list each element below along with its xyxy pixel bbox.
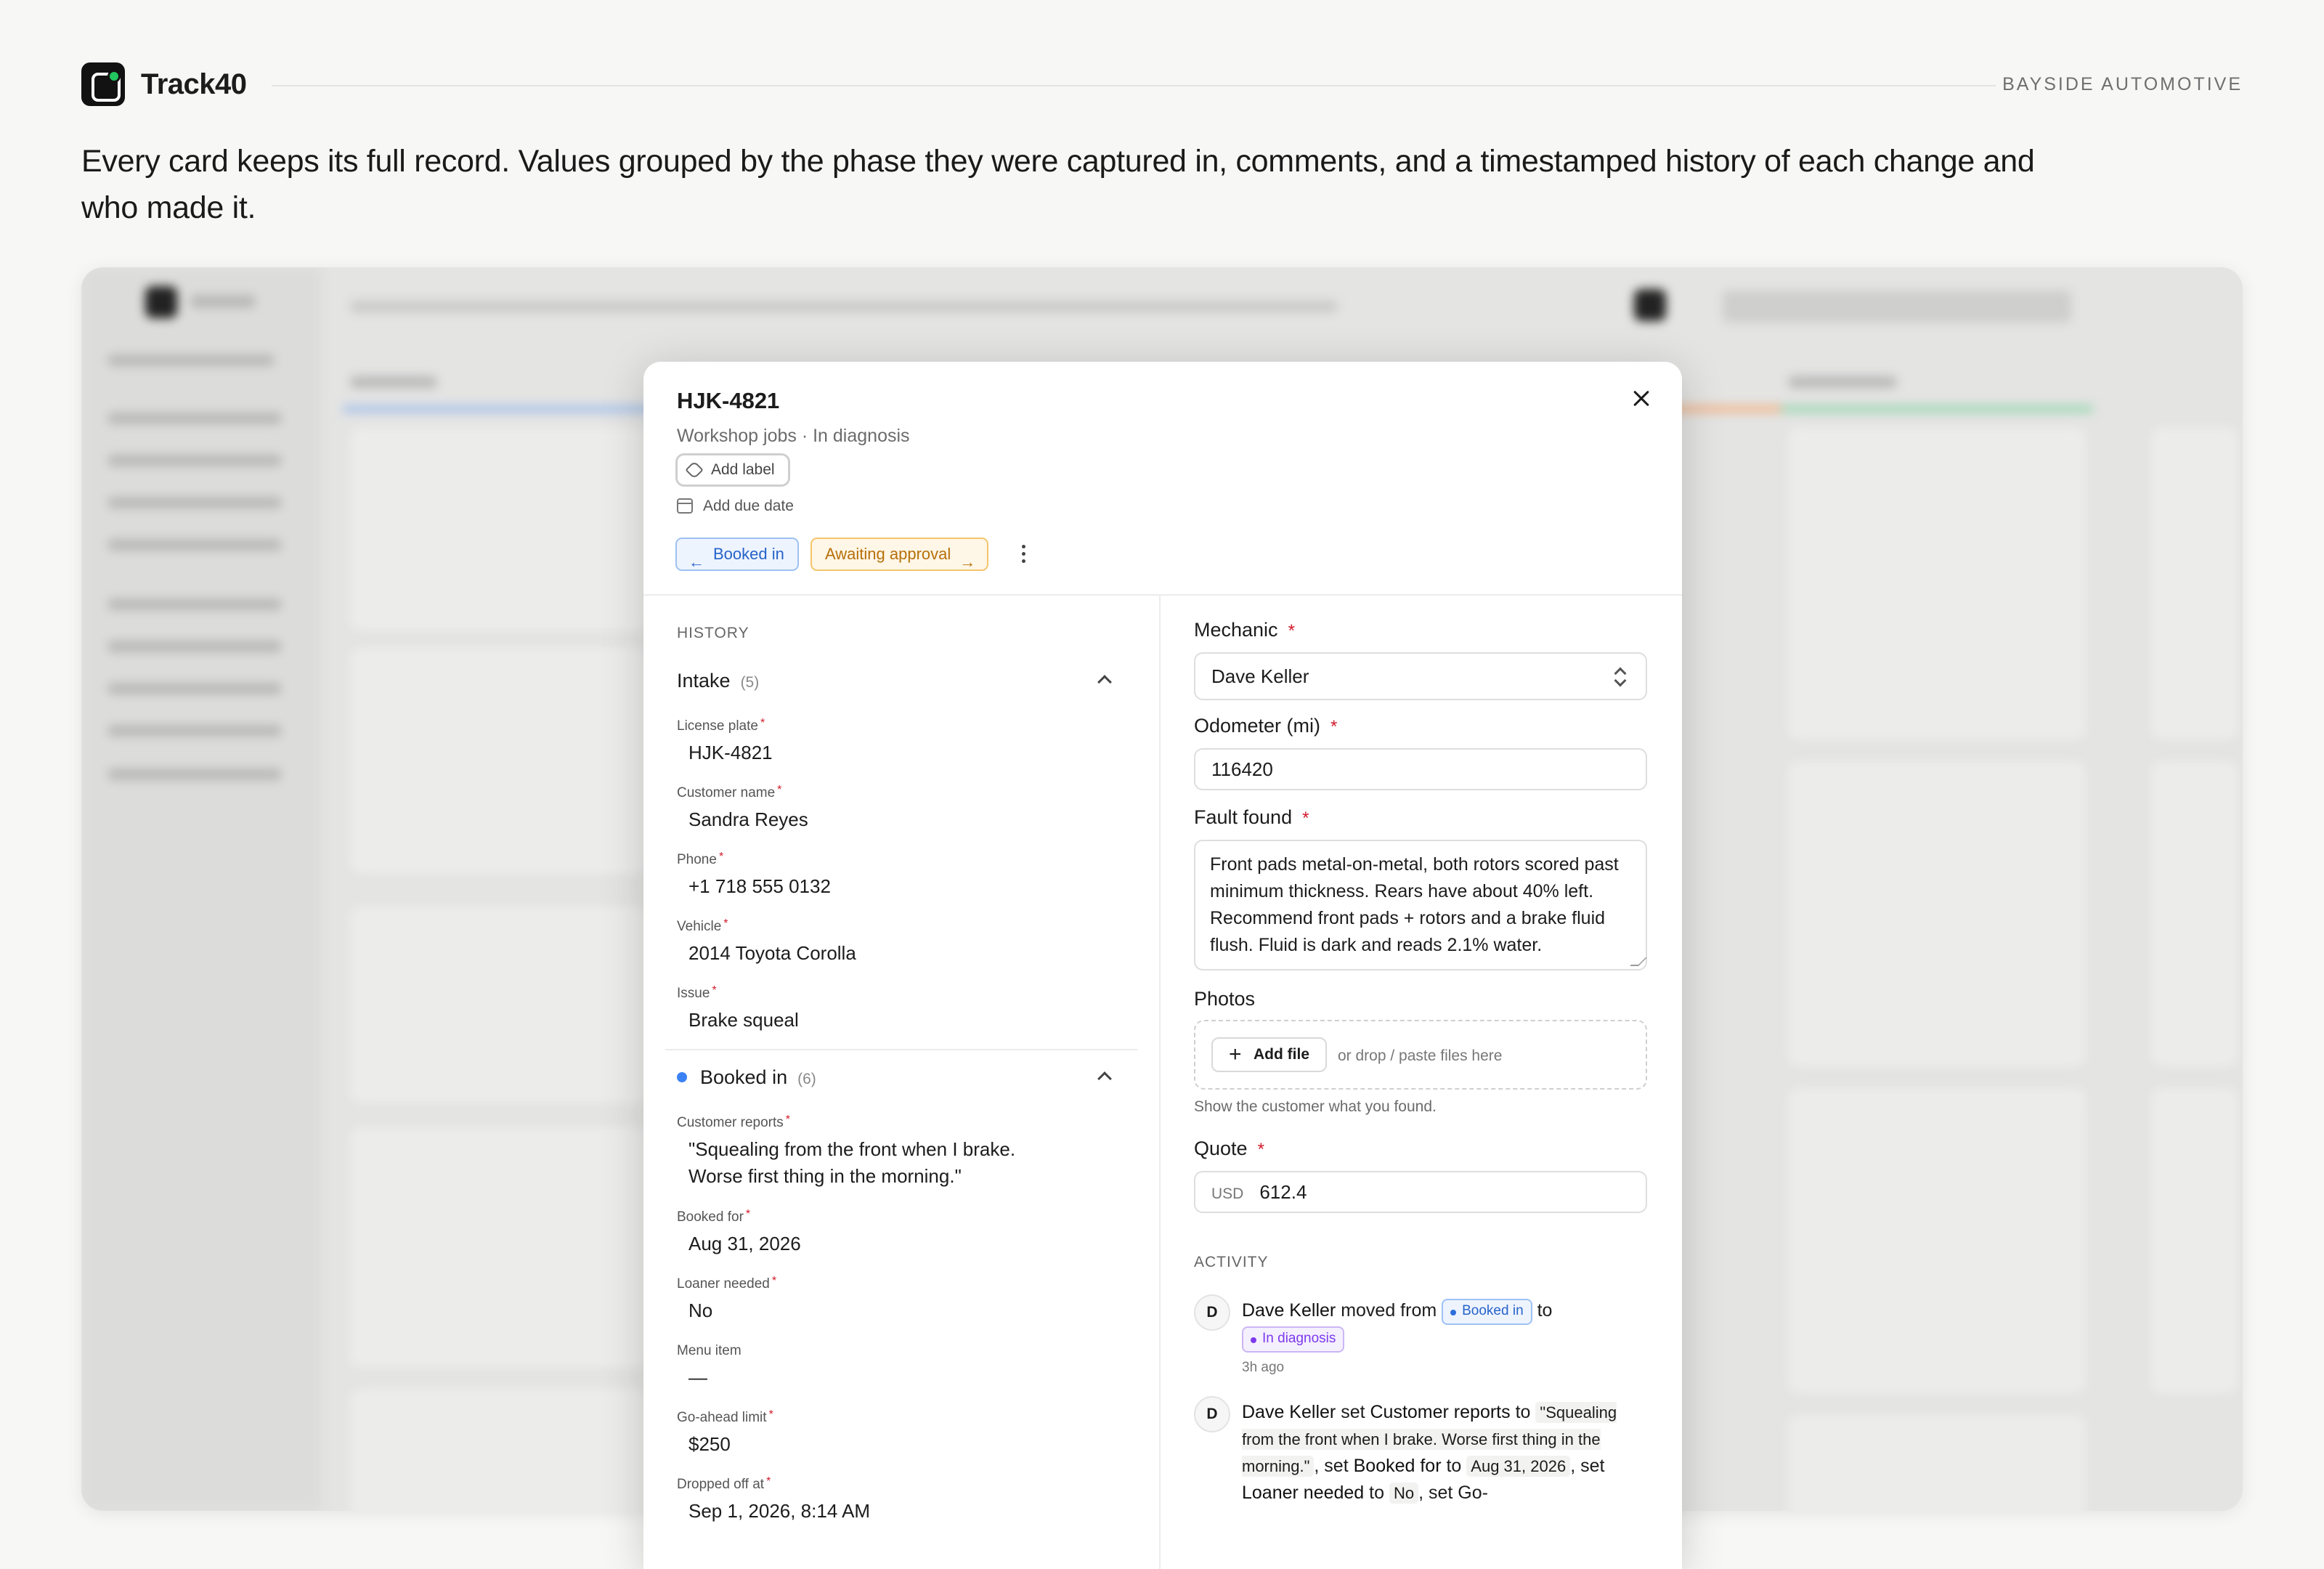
- activity-text: Dave Keller set Customer reports to "Squ…: [1242, 1402, 1617, 1504]
- header-divider: [272, 85, 1996, 86]
- currency-prefix: USD: [1211, 1185, 1244, 1202]
- add-label-text: Add label: [711, 461, 775, 478]
- move-to-next-stage-button[interactable]: Awaiting approval →: [810, 538, 989, 571]
- resize-handle-icon[interactable]: [1630, 957, 1647, 966]
- select-chevrons-icon: [1614, 667, 1625, 687]
- intake-group-title: Intake (5): [677, 670, 760, 692]
- stage-dot-icon: [677, 1072, 687, 1082]
- field-dropped-off-at: Dropped off at * Sep 1, 2026, 8:14 AM: [677, 1475, 871, 1522]
- next-stage-label: Awaiting approval: [825, 545, 951, 563]
- plus-icon: +: [1229, 1042, 1242, 1066]
- move-to-previous-stage-button[interactable]: ← Booked in: [675, 538, 799, 571]
- intake-group-header[interactable]: Intake (5): [677, 668, 1127, 697]
- odometer-field: Odometer (mi) * 116420: [1194, 713, 1647, 790]
- field-license-plate: License plate * HJK-4821: [677, 717, 773, 763]
- photos-help-text: Show the customer what you found.: [1194, 1098, 1437, 1115]
- company-name: BAYSIDE AUTOMOTIVE: [2002, 74, 2243, 94]
- card-title: HJK-4821: [677, 388, 780, 413]
- fault-found-textarea[interactable]: Front pads metal-on-metal, both rotors s…: [1194, 840, 1647, 970]
- photos-field: Photos + Add file or drop / paste files …: [1194, 986, 1647, 1116]
- brand-name: Track40: [141, 68, 247, 100]
- booked-in-group-title: Booked in (6): [677, 1066, 816, 1089]
- field-vehicle: Vehicle * 2014 Toyota Corolla: [677, 917, 856, 964]
- field-customer-reports: Customer reports * "Squealing from the fr…: [677, 1114, 1016, 1187]
- group-divider: [665, 1049, 1137, 1050]
- phase-form-panel: Mechanic * Dave Keller Odometer (mi) * 116…: [1161, 596, 1682, 1569]
- odometer-input[interactable]: 116420: [1194, 748, 1647, 790]
- activity-timestamp: 3h ago: [1242, 1360, 1285, 1375]
- field-loaner-needed: Loaner needed * No: [677, 1275, 777, 1321]
- card-detail-modal: HJK-4821 Workshop jobs · In diagnosis Ad…: [643, 362, 1682, 1569]
- previous-stage-label: Booked in: [713, 545, 784, 563]
- quote-input[interactable]: USD 612.4: [1194, 1171, 1647, 1213]
- add-file-button[interactable]: + Add file: [1211, 1037, 1327, 1072]
- activity-text: Dave Keller moved from Booked in to In d…: [1242, 1299, 1553, 1375]
- field-menu-item: Menu item —: [677, 1343, 742, 1388]
- history-panel: HISTORY Intake (5) License plate * HJK-482…: [643, 596, 1161, 1569]
- mechanic-field: Mechanic * Dave Keller: [1194, 617, 1647, 700]
- more-options-icon[interactable]: [1012, 539, 1034, 568]
- arrow-right-icon: →: [959, 553, 976, 571]
- add-label-button[interactable]: Add label: [675, 453, 790, 487]
- chevron-up-icon[interactable]: [1097, 675, 1112, 689]
- add-due-date-button[interactable]: Add due date: [677, 495, 794, 517]
- intro-text: Every card keeps its full record. Values…: [81, 144, 2035, 225]
- dropzone-hint: or drop / paste files here: [1338, 1047, 1503, 1064]
- track40-logo-icon: [81, 62, 125, 106]
- quote-field: Quote * USD 612.4: [1194, 1136, 1647, 1213]
- add-due-date-text: Add due date: [703, 498, 794, 514]
- calendar-icon: [677, 498, 693, 514]
- status-badge: Booked in: [1442, 1299, 1532, 1325]
- tag-icon: [685, 461, 704, 479]
- mechanic-select[interactable]: Dave Keller: [1194, 652, 1647, 700]
- field-issue: Issue * Brake squeal: [677, 984, 799, 1031]
- fault-found-field: Fault found * Front pads metal-on-metal, …: [1194, 805, 1647, 970]
- field-phone: Phone * +1 718 555 0132: [677, 851, 831, 897]
- card-subtitle: Workshop jobs · In diagnosis: [677, 426, 910, 446]
- avatar: D: [1194, 1294, 1230, 1331]
- avatar: D: [1194, 1396, 1230, 1432]
- field-customer-name: Customer name * Sandra Reyes: [677, 784, 808, 830]
- history-heading: HISTORY: [677, 625, 749, 641]
- field-go-ahead-limit: Go-ahead limit * $250: [677, 1408, 773, 1455]
- activity-heading: ACTIVITY: [1194, 1254, 1269, 1270]
- field-booked-for: Booked for * Aug 31, 2026: [677, 1208, 801, 1254]
- top-bar: Track40 BAYSIDE AUTOMOTIVE: [81, 62, 2243, 106]
- chevron-up-icon[interactable]: [1097, 1071, 1112, 1086]
- close-button[interactable]: [1622, 379, 1660, 417]
- booked-in-group-header[interactable]: Booked in (6): [677, 1065, 1127, 1094]
- photos-dropzone[interactable]: + Add file or drop / paste files here: [1194, 1020, 1647, 1090]
- modal-header: HJK-4821 Workshop jobs · In diagnosis Ad…: [643, 362, 1682, 596]
- status-badge: In diagnosis: [1242, 1326, 1345, 1353]
- arrow-left-icon: ←: [688, 553, 704, 571]
